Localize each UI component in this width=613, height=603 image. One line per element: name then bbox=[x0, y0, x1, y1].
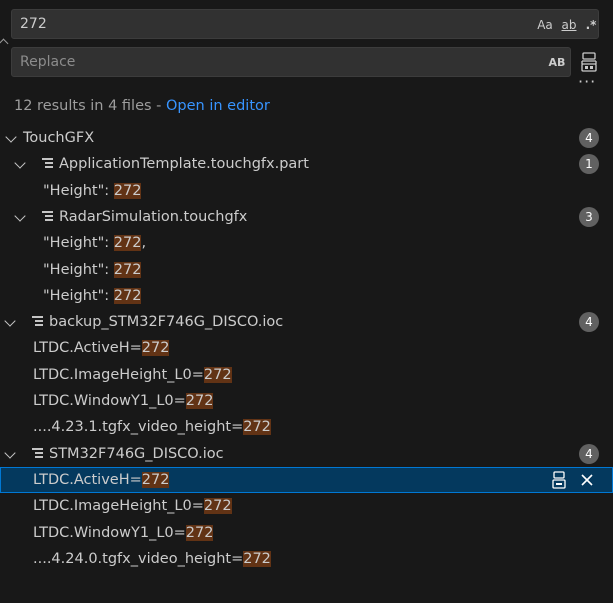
chevron-down-icon[interactable] bbox=[14, 157, 26, 169]
match-prefix: "Height": bbox=[43, 288, 114, 304]
match-highlight: 272 bbox=[141, 472, 170, 488]
match-line: "Height": 272 bbox=[43, 178, 142, 204]
match-prefix: LTDC.ActiveH= bbox=[33, 472, 142, 488]
tree-match-row[interactable]: LTDC.WindowY1_L0=272 bbox=[0, 520, 613, 546]
find-input[interactable] bbox=[12, 10, 500, 38]
find-input-box[interactable]: Aa ab .* bbox=[11, 9, 599, 39]
match-prefix: LTDC.ImageHeight_L0= bbox=[33, 498, 204, 514]
match-line: LTDC.ImageHeight_L0=272 bbox=[33, 362, 232, 388]
match-prefix: ....4.24.0.tgfx_video_height= bbox=[33, 551, 244, 567]
tree-match-row-selected[interactable]: LTDC.ActiveH=272 bbox=[0, 467, 613, 493]
match-line: ....4.23.1.tgfx_video_height=272 bbox=[33, 414, 271, 440]
tree-match-row[interactable]: LTDC.WindowY1_L0=272 bbox=[0, 388, 613, 414]
match-highlight: 272 bbox=[113, 288, 142, 304]
match-line: LTDC.ActiveH=272 bbox=[33, 467, 170, 493]
match-count-badge: 4 bbox=[579, 444, 599, 464]
match-count-badge: 1 bbox=[579, 154, 599, 174]
match-highlight: 272 bbox=[243, 419, 271, 435]
tree-match-row[interactable]: "Height": 272 bbox=[0, 257, 613, 283]
results-count-text: 12 results in 4 files - bbox=[14, 98, 166, 114]
match-highlight: 272 bbox=[185, 525, 214, 541]
open-in-editor-link[interactable]: Open in editor bbox=[166, 98, 270, 114]
replace-input[interactable] bbox=[12, 48, 500, 76]
chevron-down-icon[interactable] bbox=[5, 131, 17, 143]
search-widget: Aa ab .* AB ··· bbox=[0, 0, 613, 90]
match-line: LTDC.WindowY1_L0=272 bbox=[33, 388, 214, 414]
tree-folder-row[interactable]: TouchGFX 4 bbox=[0, 125, 613, 151]
regex-icon[interactable]: .* bbox=[584, 16, 598, 34]
tree-match-row[interactable]: LTDC.ImageHeight_L0=272 bbox=[0, 493, 613, 519]
replace-icon[interactable] bbox=[552, 471, 566, 489]
match-case-icon[interactable]: Aa bbox=[535, 16, 555, 34]
match-highlight: 272 bbox=[141, 340, 170, 356]
match-prefix: "Height": bbox=[43, 183, 114, 199]
dismiss-close-icon[interactable] bbox=[580, 471, 594, 489]
tree-match-row[interactable]: LTDC.ActiveH=272 bbox=[0, 335, 613, 361]
file-lines-icon bbox=[42, 158, 53, 170]
match-prefix: LTDC.WindowY1_L0= bbox=[33, 525, 186, 541]
toggle-replace-chevron-icon[interactable] bbox=[0, 10, 8, 40]
match-line: "Height": 272 bbox=[43, 257, 142, 283]
match-suffix: , bbox=[141, 235, 147, 251]
tree-file-row[interactable]: backup_STM32F746G_DISCO.ioc 4 bbox=[0, 309, 613, 335]
replace-all-icon[interactable] bbox=[580, 52, 598, 72]
match-line: ....4.24.0.tgfx_video_height=272 bbox=[33, 546, 271, 572]
match-prefix: "Height": bbox=[43, 262, 114, 278]
file-lines-icon bbox=[32, 448, 43, 460]
match-highlight: 272 bbox=[113, 235, 142, 251]
match-prefix: LTDC.WindowY1_L0= bbox=[33, 393, 186, 409]
file-lines-icon bbox=[32, 316, 43, 328]
tree-match-row[interactable]: ....4.23.1.tgfx_video_height=272 bbox=[0, 414, 613, 440]
tree-match-row[interactable]: ....4.24.0.tgfx_video_height=272 bbox=[0, 546, 613, 572]
file-label: ApplicationTemplate.touchgfx.part bbox=[59, 156, 309, 172]
preserve-case-icon[interactable]: AB bbox=[547, 54, 567, 72]
match-prefix: LTDC.ImageHeight_L0= bbox=[33, 367, 204, 383]
file-label: backup_STM32F746G_DISCO.ioc bbox=[49, 314, 284, 330]
more-actions-icon[interactable]: ··· bbox=[578, 74, 598, 90]
match-highlight: 272 bbox=[203, 367, 232, 383]
tree-file-row[interactable]: ApplicationTemplate.touchgfx.part 1 bbox=[0, 151, 613, 177]
file-lines-icon bbox=[42, 211, 53, 223]
match-highlight: 272 bbox=[243, 551, 271, 567]
folder-label: TouchGFX bbox=[23, 130, 95, 146]
chevron-down-icon[interactable] bbox=[14, 210, 26, 222]
match-count-badge: 4 bbox=[579, 128, 599, 148]
match-highlight: 272 bbox=[113, 262, 142, 278]
tree-match-row[interactable]: "Height": 272 bbox=[0, 283, 613, 309]
match-prefix: LTDC.ActiveH= bbox=[33, 340, 142, 356]
match-count-badge: 3 bbox=[579, 207, 599, 227]
match-highlight: 272 bbox=[113, 183, 142, 199]
match-highlight: 272 bbox=[203, 498, 232, 514]
tree-match-row[interactable]: LTDC.ImageHeight_L0=272 bbox=[0, 362, 613, 388]
tree-file-row[interactable]: RadarSimulation.touchgfx 3 bbox=[0, 204, 613, 230]
replace-input-box[interactable]: AB bbox=[11, 47, 571, 77]
tree-file-row[interactable]: STM32F746G_DISCO.ioc 4 bbox=[0, 441, 613, 467]
results-summary: 12 results in 4 files - Open in editor bbox=[14, 96, 270, 116]
match-line: "Height": 272 bbox=[43, 283, 142, 309]
match-line: LTDC.ImageHeight_L0=272 bbox=[33, 493, 232, 519]
tree-match-row[interactable]: "Height": 272 bbox=[0, 178, 613, 204]
match-line: LTDC.WindowY1_L0=272 bbox=[33, 520, 214, 546]
match-prefix: "Height": bbox=[43, 235, 114, 251]
match-line: "Height": 272, bbox=[43, 230, 146, 256]
match-highlight: 272 bbox=[185, 393, 214, 409]
match-line: LTDC.ActiveH=272 bbox=[33, 335, 170, 361]
match-count-badge: 4 bbox=[579, 312, 599, 332]
whole-word-icon[interactable]: ab bbox=[558, 16, 580, 34]
match-prefix: ....4.23.1.tgfx_video_height= bbox=[33, 419, 244, 435]
chevron-down-icon[interactable] bbox=[4, 315, 16, 327]
chevron-down-icon[interactable] bbox=[4, 447, 16, 459]
file-label: RadarSimulation.touchgfx bbox=[59, 209, 248, 225]
file-label: STM32F746G_DISCO.ioc bbox=[49, 446, 224, 462]
tree-match-row[interactable]: "Height": 272, bbox=[0, 230, 613, 256]
